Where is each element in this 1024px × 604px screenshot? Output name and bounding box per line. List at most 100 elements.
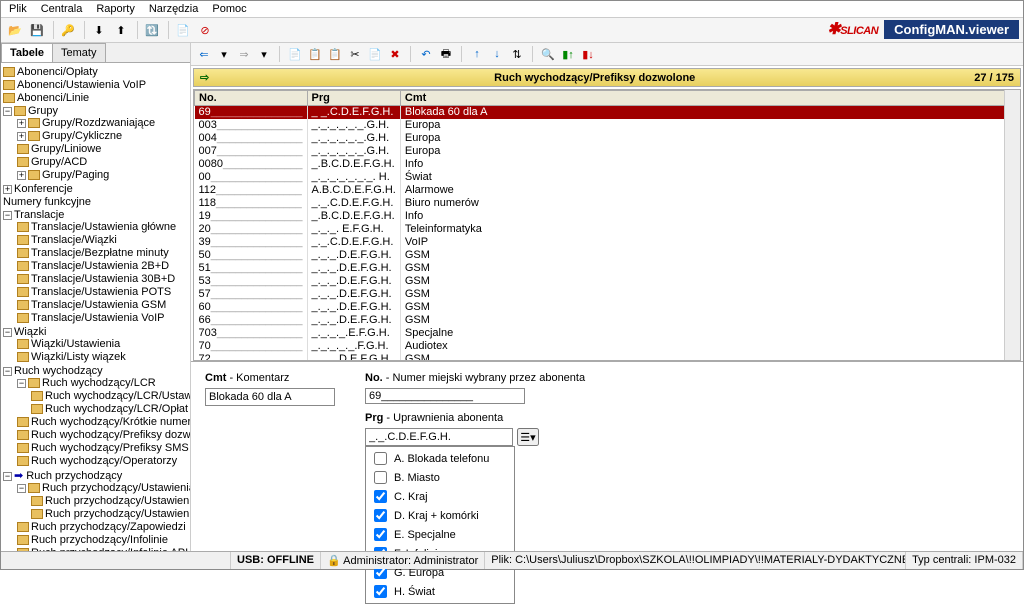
expand-icon[interactable]: + — [17, 132, 26, 141]
expand-icon[interactable]: + — [3, 185, 12, 194]
chk-d[interactable] — [374, 509, 387, 522]
table-row[interactable]: 57________________._._.D.E.F.G.H.GSM — [195, 288, 1020, 301]
upload-icon[interactable]: ⬆ — [111, 20, 131, 40]
tree-item[interactable]: Translacje/Ustawienia 30B+D — [31, 273, 175, 285]
tree-item[interactable]: Abonenci/Opłaty — [17, 66, 98, 78]
table-row[interactable]: 00________________._._._._._._. H.Świat — [195, 171, 1020, 184]
table-row[interactable]: 0080______________.B.C.D.E.F.G.H.Info — [195, 158, 1020, 171]
tree-item[interactable]: Translacje — [14, 209, 64, 221]
tree-item[interactable]: Ruch przychodzący/Ustawien — [45, 495, 189, 507]
tree-item[interactable]: Ruch wychodzący/Prefiksy dozwo — [31, 429, 190, 441]
table-row[interactable]: 50________________._._.D.E.F.G.H.GSM — [195, 249, 1020, 262]
tree-item[interactable]: Ruch przychodzący/Ustawienia — [42, 482, 190, 494]
cut-icon[interactable]: ✂ — [346, 45, 364, 63]
export-green-icon[interactable]: ▮↑ — [559, 45, 577, 63]
table-row[interactable]: 004_______________._._._._._.G.H.Europa — [195, 132, 1020, 145]
tree-item[interactable]: Grupy/Rozdzwaniające — [42, 117, 155, 129]
table-row[interactable]: 69________________ _.C.D.E.F.G.H.Blokada… — [195, 106, 1020, 120]
collapse-icon[interactable]: − — [3, 472, 12, 481]
table-row[interactable]: 51________________._._.D.E.F.G.H.GSM — [195, 262, 1020, 275]
table-row[interactable]: 703_______________._._._.E.F.G.H.Specjal… — [195, 327, 1020, 340]
col-cmt[interactable]: Cmt — [400, 91, 1019, 106]
no-input[interactable] — [365, 388, 525, 404]
table-row[interactable]: 007_______________._._._._._.G.H.Europa — [195, 145, 1020, 158]
tree-item[interactable]: Translacje/Ustawienia główne — [31, 221, 176, 233]
table-row[interactable]: 66________________._._.D.E.F.G.H.GSM — [195, 314, 1020, 327]
doc-icon[interactable]: 📄 — [173, 20, 193, 40]
collapse-icon[interactable]: − — [3, 107, 12, 116]
collapse-icon[interactable]: − — [3, 367, 12, 376]
expand-icon[interactable]: + — [17, 171, 26, 180]
tree-item[interactable]: Grupy/Cykliczne — [42, 130, 122, 142]
col-prg[interactable]: Prg — [307, 91, 400, 106]
doc-icon[interactable]: 📄 — [366, 45, 384, 63]
tree-item[interactable]: Translacje/Ustawienia VoIP — [31, 312, 165, 324]
prg-input[interactable] — [365, 428, 513, 446]
table-row[interactable]: 19________________.B.C.D.E.F.G.H.Info — [195, 210, 1020, 223]
tree-item[interactable]: Wiązki — [14, 326, 46, 338]
tree-item[interactable]: Ruch wychodzący/LCR — [42, 377, 156, 389]
stop-icon[interactable]: ⊘ — [195, 20, 215, 40]
tree-item[interactable]: Ruch wychodzący/Krótkie numery — [31, 416, 190, 428]
tree-item[interactable]: Ruch przychodzący/Infolinie — [31, 534, 168, 546]
table-row[interactable]: 70________________._._._._.F.G.H.Audiote… — [195, 340, 1020, 353]
expand-icon[interactable]: + — [17, 119, 26, 128]
print-icon[interactable]: 🖶 — [437, 45, 455, 63]
table-row[interactable]: 20________________._._. E.F.G.H.Teleinfo… — [195, 223, 1020, 236]
table-row[interactable]: 72________________._._.D.E.F.G.H.GSM — [195, 353, 1020, 361]
sort-icon[interactable]: ⇅ — [508, 45, 526, 63]
table-row[interactable]: 118_______________._.C.D.E.F.G.H.Biuro n… — [195, 197, 1020, 210]
nav-tree[interactable]: Abonenci/Opłaty Abonenci/Ustawienia VoIP… — [1, 63, 190, 551]
vertical-scrollbar[interactable] — [1004, 90, 1020, 360]
chk-a[interactable] — [374, 452, 387, 465]
chk-c[interactable] — [374, 490, 387, 503]
col-no[interactable]: No. — [195, 91, 308, 106]
menu-raporty[interactable]: Raporty — [96, 3, 135, 15]
tree-item[interactable]: Ruch przychodzący/Zapowiedzi — [31, 521, 186, 533]
download-icon[interactable]: ⬇ — [89, 20, 109, 40]
chk-b[interactable] — [374, 471, 387, 484]
delete-icon[interactable]: ✖ — [386, 45, 404, 63]
collapse-icon[interactable]: − — [17, 379, 26, 388]
tree-item[interactable]: Ruch wychodzący/Prefiksy SMS — [31, 442, 189, 454]
undo-icon[interactable]: ↶ — [417, 45, 435, 63]
collapse-icon[interactable]: − — [3, 328, 12, 337]
tree-item[interactable]: Ruch przychodzący/Ustawien — [45, 508, 189, 520]
chk-e[interactable] — [374, 528, 387, 541]
table-row[interactable]: 60________________._._.D.E.F.G.H.GSM — [195, 301, 1020, 314]
key-icon[interactable]: 🔑 — [58, 20, 78, 40]
tree-item[interactable]: Ruch wychodzący/LCR/Opłat — [45, 403, 188, 415]
table-row[interactable]: 39________________._.C.D.E.F.G.H.VoIP — [195, 236, 1020, 249]
tree-item[interactable]: Abonenci/Ustawienia VoIP — [17, 79, 146, 91]
save-icon[interactable]: 💾 — [27, 20, 47, 40]
tab-tabele[interactable]: Tabele — [1, 43, 53, 62]
tree-item[interactable]: Ruch wychodzący/LCR/Ustaw — [45, 390, 190, 402]
tree-item[interactable]: Grupy/Liniowe — [31, 143, 101, 155]
tree-item[interactable]: Grupy/ACD — [31, 156, 87, 168]
dropdown-icon[interactable]: ▾ — [255, 45, 273, 63]
tree-item[interactable]: Abonenci/Linie — [17, 92, 89, 104]
tree-item[interactable]: Translacje/Bezpłatne minuty — [31, 247, 169, 259]
cmt-input[interactable] — [205, 388, 335, 406]
chk-h[interactable] — [374, 585, 387, 598]
tree-item[interactable]: Translacje/Ustawienia 2B+D — [31, 260, 169, 272]
dropdown-icon[interactable]: ▾ — [215, 45, 233, 63]
tree-item[interactable]: Grupy — [28, 105, 58, 117]
table-row[interactable]: 112______________A.B.C.D.E.F.G.H.Alarmow… — [195, 184, 1020, 197]
import-red-icon[interactable]: ▮↓ — [579, 45, 597, 63]
tree-item[interactable]: Wiązki/Listy wiązek — [31, 351, 126, 363]
tree-item[interactable]: Numery funkcyjne — [3, 196, 91, 208]
up-icon[interactable]: ↑ — [468, 45, 486, 63]
copy-icon[interactable]: 📋 — [306, 45, 324, 63]
data-grid[interactable]: No. Prg Cmt 69________________ _.C.D.E.F… — [194, 90, 1020, 361]
table-row[interactable]: 53________________._._.D.E.F.G.H.GSM — [195, 275, 1020, 288]
tree-item[interactable]: Wiązki/Ustawienia — [31, 338, 120, 350]
menu-centrala[interactable]: Centrala — [41, 3, 83, 15]
tree-item[interactable]: Translacje/Wiązki — [31, 234, 117, 246]
tree-item[interactable]: Ruch wychodzący — [14, 365, 103, 377]
tree-item[interactable]: Ruch przychodzący — [26, 470, 122, 482]
back-icon[interactable]: ⇐ — [195, 45, 213, 63]
tree-item[interactable]: Grupy/Paging — [42, 169, 109, 181]
tree-item[interactable]: Translacje/Ustawienia GSM — [31, 299, 166, 311]
down-icon[interactable]: ↓ — [488, 45, 506, 63]
